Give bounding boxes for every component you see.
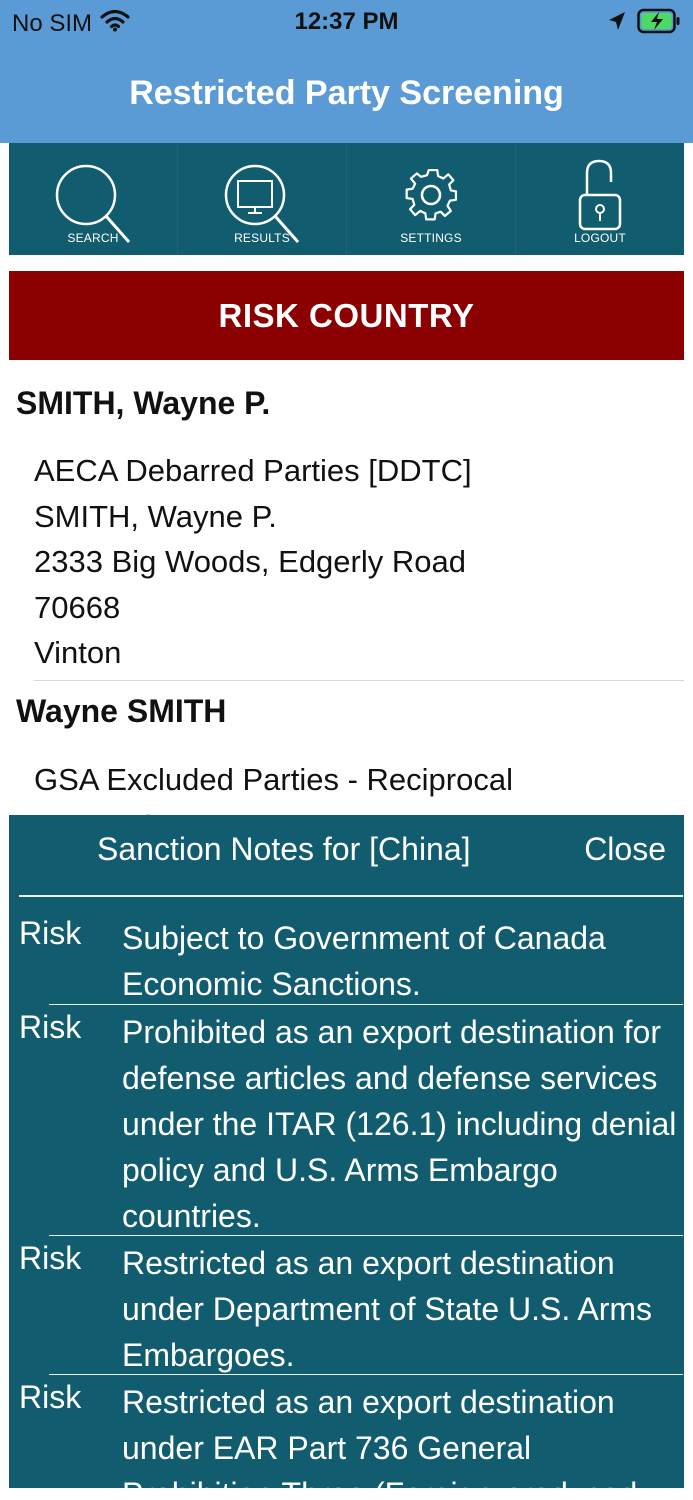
result-line: Vinton bbox=[34, 635, 122, 670]
result-line: SMITH, Wayne P. bbox=[34, 498, 277, 534]
note-text: Subject to Government of Canada Economic… bbox=[122, 920, 606, 1002]
status-time: 12:37 PM bbox=[294, 8, 399, 35]
result-name[interactable]: SMITH, Wayne P. bbox=[16, 385, 270, 422]
main-toolbar: SEARCH RESULTS SETTINGS LOGOUT bbox=[9, 143, 684, 255]
result-line: 70668 bbox=[34, 589, 121, 625]
results-tab[interactable]: RESULTS bbox=[177, 143, 346, 255]
result-line: GSA Excluded Parties - Reciprocal bbox=[34, 762, 513, 797]
result-detail[interactable]: AECA Debarred Parties [DDTC] SMITH, Wayn… bbox=[34, 448, 472, 676]
close-button[interactable]: Close bbox=[584, 831, 666, 868]
sanction-notes-header: Sanction Notes for [China] Close bbox=[9, 815, 684, 895]
header-divider bbox=[19, 895, 683, 897]
logout-tab-label: LOGOUT bbox=[574, 231, 626, 245]
note-divider bbox=[49, 1374, 683, 1375]
search-tab[interactable]: SEARCH bbox=[9, 143, 177, 255]
location-arrow-icon bbox=[607, 10, 627, 37]
logout-tab[interactable]: LOGOUT bbox=[515, 143, 684, 255]
note-divider bbox=[49, 1004, 683, 1005]
top-bar: No SIM 12:37 PM Restricted Party Screeni… bbox=[0, 0, 693, 143]
note-text: Restricted as an export destination unde… bbox=[122, 1245, 653, 1373]
sanction-notes-title: Sanction Notes for [China] bbox=[97, 831, 471, 867]
result-divider bbox=[34, 680, 684, 681]
note-label: Risk bbox=[19, 1379, 82, 1415]
status-right bbox=[607, 8, 681, 39]
settings-tab[interactable]: SETTINGS bbox=[346, 143, 515, 255]
note-label: Risk bbox=[19, 1009, 82, 1045]
result-line: 2333 Big Woods, Edgerly Road bbox=[34, 544, 466, 579]
note-label: Risk bbox=[19, 915, 82, 951]
note-text: Restricted as an export destination unde… bbox=[122, 1384, 637, 1488]
note-text: Prohibited as an export destination for … bbox=[122, 1014, 677, 1234]
sanction-notes-panel: Sanction Notes for [China] Close Risk Su… bbox=[9, 815, 684, 1488]
battery-charging-icon bbox=[637, 8, 681, 39]
note-divider bbox=[49, 1235, 683, 1236]
note-label: Risk bbox=[19, 1240, 82, 1276]
results-tab-label: RESULTS bbox=[234, 231, 290, 245]
result-name[interactable]: Wayne SMITH bbox=[16, 693, 226, 730]
risk-country-banner[interactable]: RISK COUNTRY bbox=[9, 271, 684, 360]
settings-tab-label: SETTINGS bbox=[400, 231, 462, 245]
result-line: AECA Debarred Parties [DDTC] bbox=[34, 453, 472, 488]
nav-title: Restricted Party Screening bbox=[129, 74, 564, 112]
search-tab-label: SEARCH bbox=[67, 231, 119, 245]
